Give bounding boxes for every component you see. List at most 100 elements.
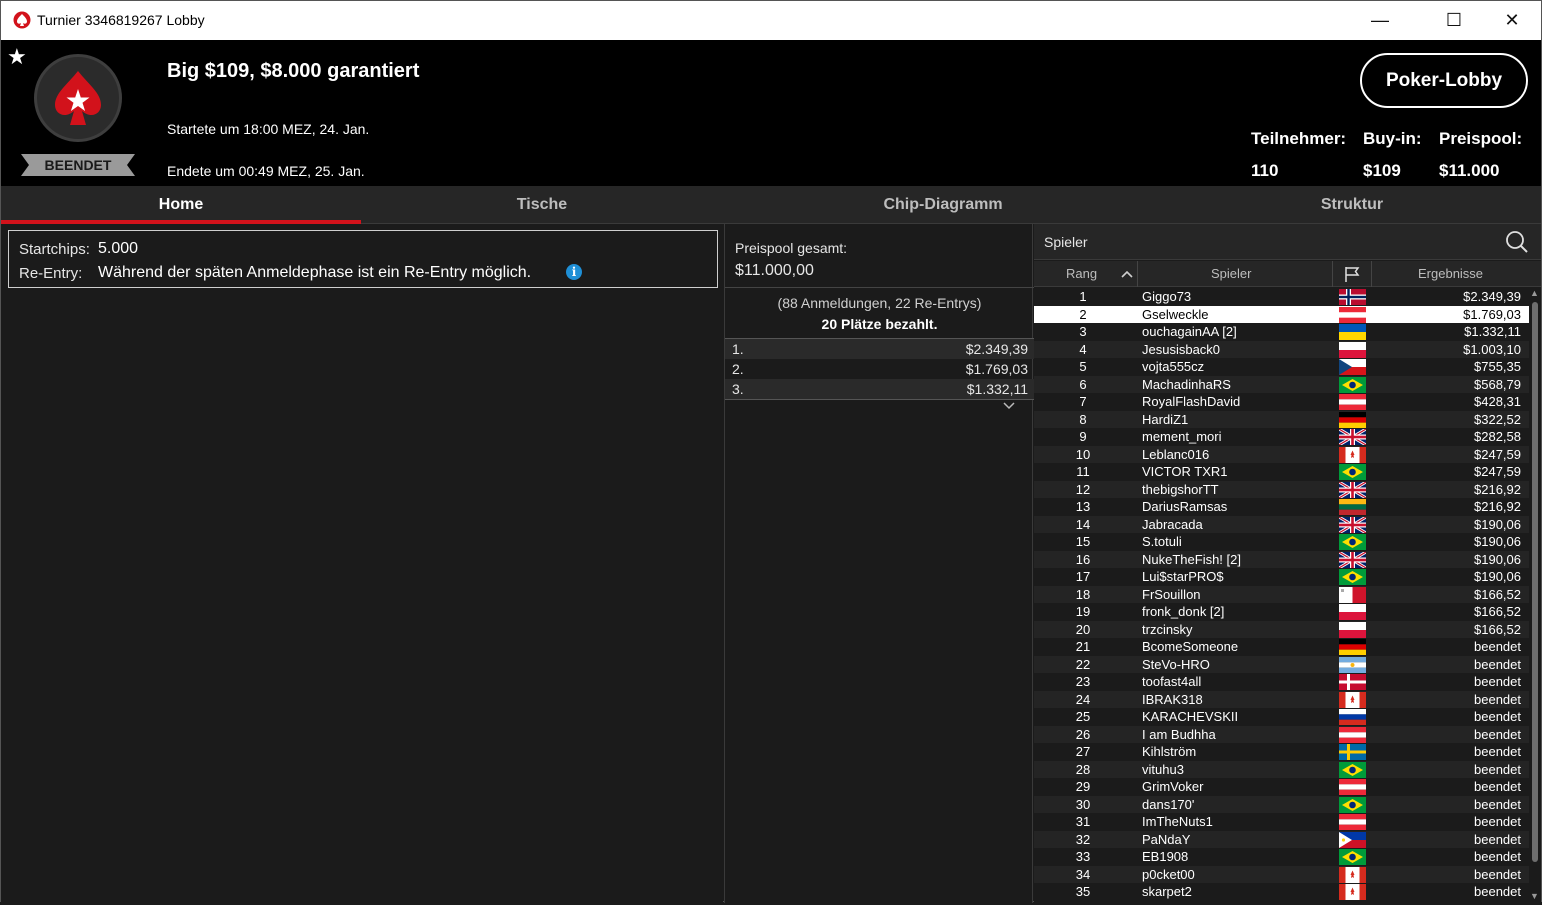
column-rank[interactable]: Rang xyxy=(1066,261,1097,287)
payout-list: 1. $2.349,39 2. $1.769,03 3. $1.332,11 xyxy=(725,339,1034,399)
player-row[interactable]: 19 fronk_donk [2] $166,52 xyxy=(1034,603,1529,621)
player-row[interactable]: 28 vituhu3 beendet xyxy=(1034,760,1529,778)
player-row[interactable]: 21 BcomeSomeone beendet xyxy=(1034,638,1529,656)
player-row[interactable]: 9 mement_mori $282,58 xyxy=(1034,427,1529,447)
player-row[interactable]: 12 thebigshorTT $216,92 xyxy=(1034,480,1529,499)
player-row[interactable]: 17 Lui$starPRO$ $190,06 xyxy=(1034,568,1529,586)
player-row[interactable]: 27 Kihlström beendet xyxy=(1034,743,1529,761)
poland-flag-icon xyxy=(1339,604,1366,620)
player-row[interactable]: 16 NukeTheFish! [2] $190,06 xyxy=(1034,550,1529,569)
uk-flag-icon xyxy=(1338,550,1367,569)
search-input[interactable]: Spieler xyxy=(1044,234,1088,250)
germany-flag-icon xyxy=(1339,411,1366,428)
player-name: fronk_donk [2] xyxy=(1142,604,1225,619)
pokerstars-app-icon xyxy=(13,11,31,29)
player-name: skarpet2 xyxy=(1142,884,1192,899)
player-name: p0cket00 xyxy=(1142,866,1195,882)
canada-flag-icon xyxy=(1339,446,1366,463)
player-row[interactable]: 5 vojta555cz $755,35 xyxy=(1034,358,1529,376)
player-rank: 25 xyxy=(1075,709,1091,724)
player-name: DariusRamsas xyxy=(1142,499,1228,514)
player-row[interactable]: 32 PaNdaY beendet xyxy=(1034,830,1529,848)
player-row[interactable]: 4 Jesusisback0 $1.003,10 xyxy=(1034,340,1529,358)
tab-chip-diagramm[interactable]: Chip-Diagramm xyxy=(723,186,1163,224)
column-player[interactable]: Spieler xyxy=(1211,261,1251,287)
scroll-up-icon[interactable]: ▲ xyxy=(1530,288,1539,298)
player-name: FrSouillon xyxy=(1142,586,1201,602)
info-icon[interactable]: i xyxy=(566,264,582,280)
player-row[interactable]: 25 KARACHEVSKII beendet xyxy=(1034,708,1529,726)
player-rank: 28 xyxy=(1075,761,1091,777)
scroll-down-icon[interactable]: ▼ xyxy=(1530,891,1539,901)
argentina-flag-icon xyxy=(1339,656,1366,673)
player-row[interactable]: 34 p0cket00 beendet xyxy=(1034,865,1529,883)
player-row[interactable]: 22 SteVo-HRO beendet xyxy=(1034,655,1529,673)
canada-flag-icon xyxy=(1339,884,1366,900)
player-row[interactable]: 33 EB1908 beendet xyxy=(1034,848,1529,866)
player-row[interactable]: 20 trzcinsky $166,52 xyxy=(1034,620,1529,638)
player-row[interactable]: 29 GrimVoker beendet xyxy=(1034,778,1529,796)
maximize-button[interactable]: ☐ xyxy=(1429,1,1479,40)
column-results[interactable]: Ergebnisse xyxy=(1418,261,1483,287)
player-row[interactable]: 10 Leblanc016 $247,59 xyxy=(1034,445,1529,463)
player-rank: 21 xyxy=(1075,639,1091,654)
player-name: trzcinsky xyxy=(1142,621,1193,637)
column-divider xyxy=(1371,261,1372,287)
tab-tische[interactable]: Tische xyxy=(361,186,723,224)
end-time: Endete um 00:49 MEZ, 25. Jan. xyxy=(167,163,365,179)
player-rank: 1 xyxy=(1079,289,1087,304)
flag-column-icon[interactable] xyxy=(1343,265,1361,283)
startchips-value: 5.000 xyxy=(98,240,139,257)
scroll-thumb[interactable] xyxy=(1532,302,1538,862)
player-rank: 30 xyxy=(1075,796,1091,812)
players-scrollbar[interactable]: ▲ ▼ xyxy=(1529,288,1541,903)
player-rank: 8 xyxy=(1079,411,1087,427)
player-name: dans170' xyxy=(1142,796,1195,812)
player-row[interactable]: 6 MachadinhaRS $568,79 xyxy=(1034,375,1529,393)
player-row[interactable]: 23 toofast4all beendet xyxy=(1034,673,1529,691)
sort-ascending-icon[interactable] xyxy=(1120,269,1134,279)
player-row[interactable]: 14 Jabracada $190,06 xyxy=(1034,515,1529,534)
player-rank: 26 xyxy=(1075,726,1091,742)
player-search[interactable]: Spieler xyxy=(1034,224,1541,260)
player-row[interactable]: 7 RoyalFlashDavid $428,31 xyxy=(1034,393,1529,411)
search-icon[interactable] xyxy=(1505,230,1529,254)
player-row[interactable]: 35 skarpet2 beendet xyxy=(1034,883,1529,901)
player-row[interactable]: 3 ouchagainAA [2] $1.332,11 xyxy=(1034,323,1529,341)
player-row[interactable]: 24 IBRAK318 beendet xyxy=(1034,690,1529,708)
brazil-flag-icon xyxy=(1339,796,1366,813)
player-row[interactable]: 8 HardiZ1 $322,52 xyxy=(1034,410,1529,428)
player-name: S.totuli xyxy=(1142,534,1182,549)
player-row[interactable]: 18 FrSouillon $166,52 xyxy=(1034,585,1529,603)
star-icon[interactable]: ★ xyxy=(7,44,27,70)
player-result: beendet xyxy=(1474,779,1521,794)
minimize-button[interactable]: — xyxy=(1355,1,1405,40)
expand-payouts-chevron-icon[interactable] xyxy=(1001,400,1017,414)
close-icon: ✕ xyxy=(1504,10,1520,30)
player-row[interactable]: 2 Gselweckle $1.769,03 xyxy=(1034,305,1529,323)
player-name: VICTOR TXR1 xyxy=(1142,464,1228,479)
player-row[interactable]: 31 ImTheNuts1 beendet xyxy=(1034,813,1529,831)
player-row[interactable]: 30 dans170' beendet xyxy=(1034,795,1529,813)
player-result: beendet xyxy=(1474,726,1521,742)
poker-lobby-button[interactable]: Poker-Lobby xyxy=(1360,53,1528,108)
player-name: vituhu3 xyxy=(1142,761,1184,777)
malta-flag-icon xyxy=(1339,586,1366,603)
austria-flag-icon xyxy=(1339,306,1366,323)
player-result: $1.003,10 xyxy=(1463,341,1521,357)
austria-flag-icon xyxy=(1339,814,1366,830)
tab-struktur[interactable]: Struktur xyxy=(1163,186,1541,224)
player-row[interactable]: 15 S.totuli $190,06 xyxy=(1034,533,1529,551)
player-name: I am Budhha xyxy=(1142,726,1216,742)
player-result: beendet xyxy=(1474,814,1521,829)
player-row[interactable]: 26 I am Budhha beendet xyxy=(1034,725,1529,743)
player-row[interactable]: 13 DariusRamsas $216,92 xyxy=(1034,498,1529,516)
philippines-flag-icon xyxy=(1339,831,1366,848)
player-name: GrimVoker xyxy=(1142,779,1204,794)
player-row[interactable]: 1 Giggo73 $2.349,39 xyxy=(1034,288,1529,306)
player-row[interactable]: 11 VICTOR TXR1 $247,59 xyxy=(1034,463,1529,481)
payout-amount: $1.332,11 xyxy=(966,381,1028,397)
tab-home[interactable]: Home xyxy=(1,186,361,224)
close-button[interactable]: ✕ xyxy=(1487,1,1537,40)
austria-flag-icon xyxy=(1339,779,1366,795)
